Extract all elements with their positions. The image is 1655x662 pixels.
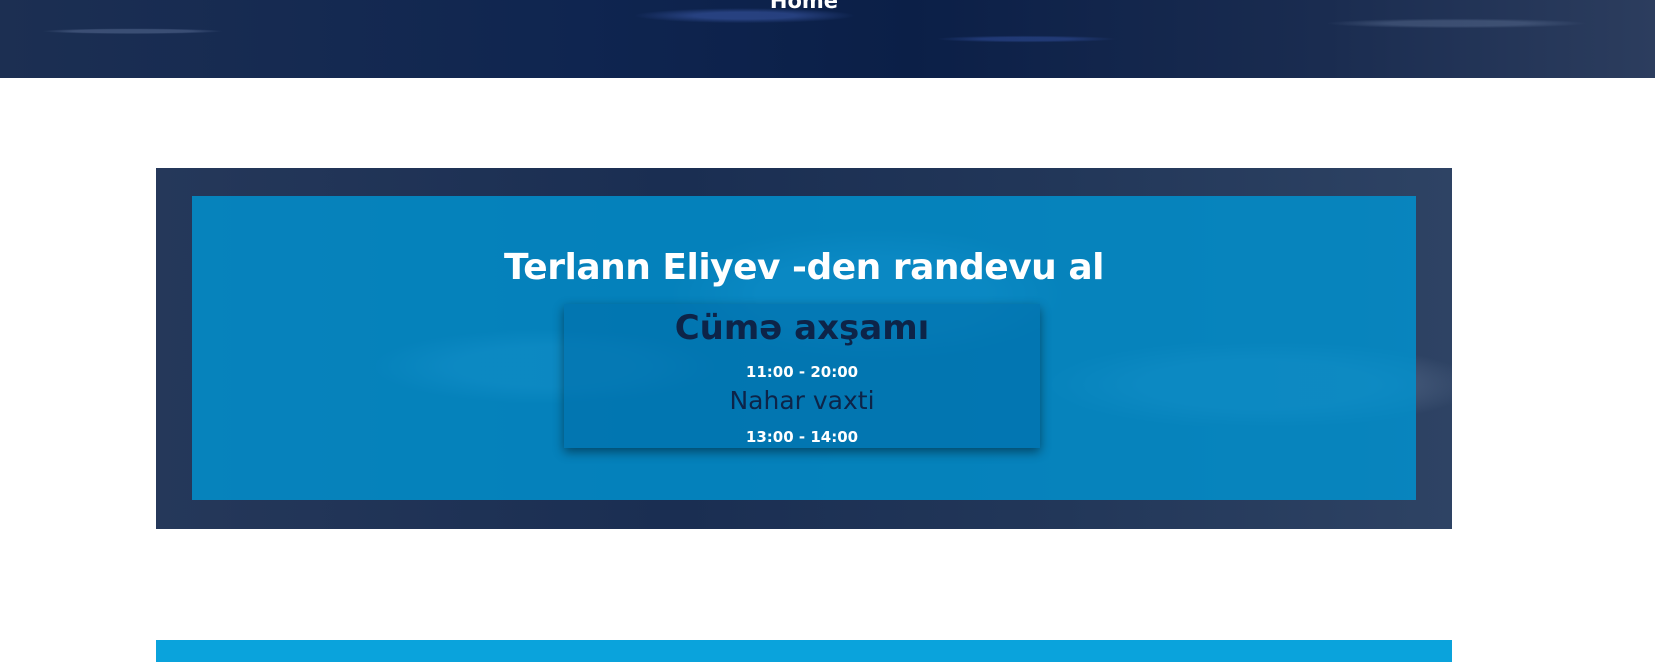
- lunch-label: Nahar vaxti: [729, 386, 875, 415]
- page-title: Home: [769, 0, 839, 13]
- appointment-overlay: Terlann Eliyev -den randevu al Cümə axşa…: [192, 196, 1416, 500]
- day-name: Cümə axşamı: [674, 308, 930, 348]
- working-hours: 11:00 - 20:00: [745, 363, 859, 381]
- lunch-hours: 13:00 - 14:00: [745, 428, 859, 446]
- next-section-strip: [156, 640, 1452, 662]
- opening-hours-card: Cümə axşamı 11:00 - 20:00 Nahar vaxti 13…: [564, 304, 1040, 448]
- appointment-headline: Terlann Eliyev -den randevu al: [504, 247, 1104, 288]
- appointment-section: Terlann Eliyev -den randevu al Cümə axşa…: [156, 168, 1452, 529]
- hero-banner: Home: [0, 0, 1655, 78]
